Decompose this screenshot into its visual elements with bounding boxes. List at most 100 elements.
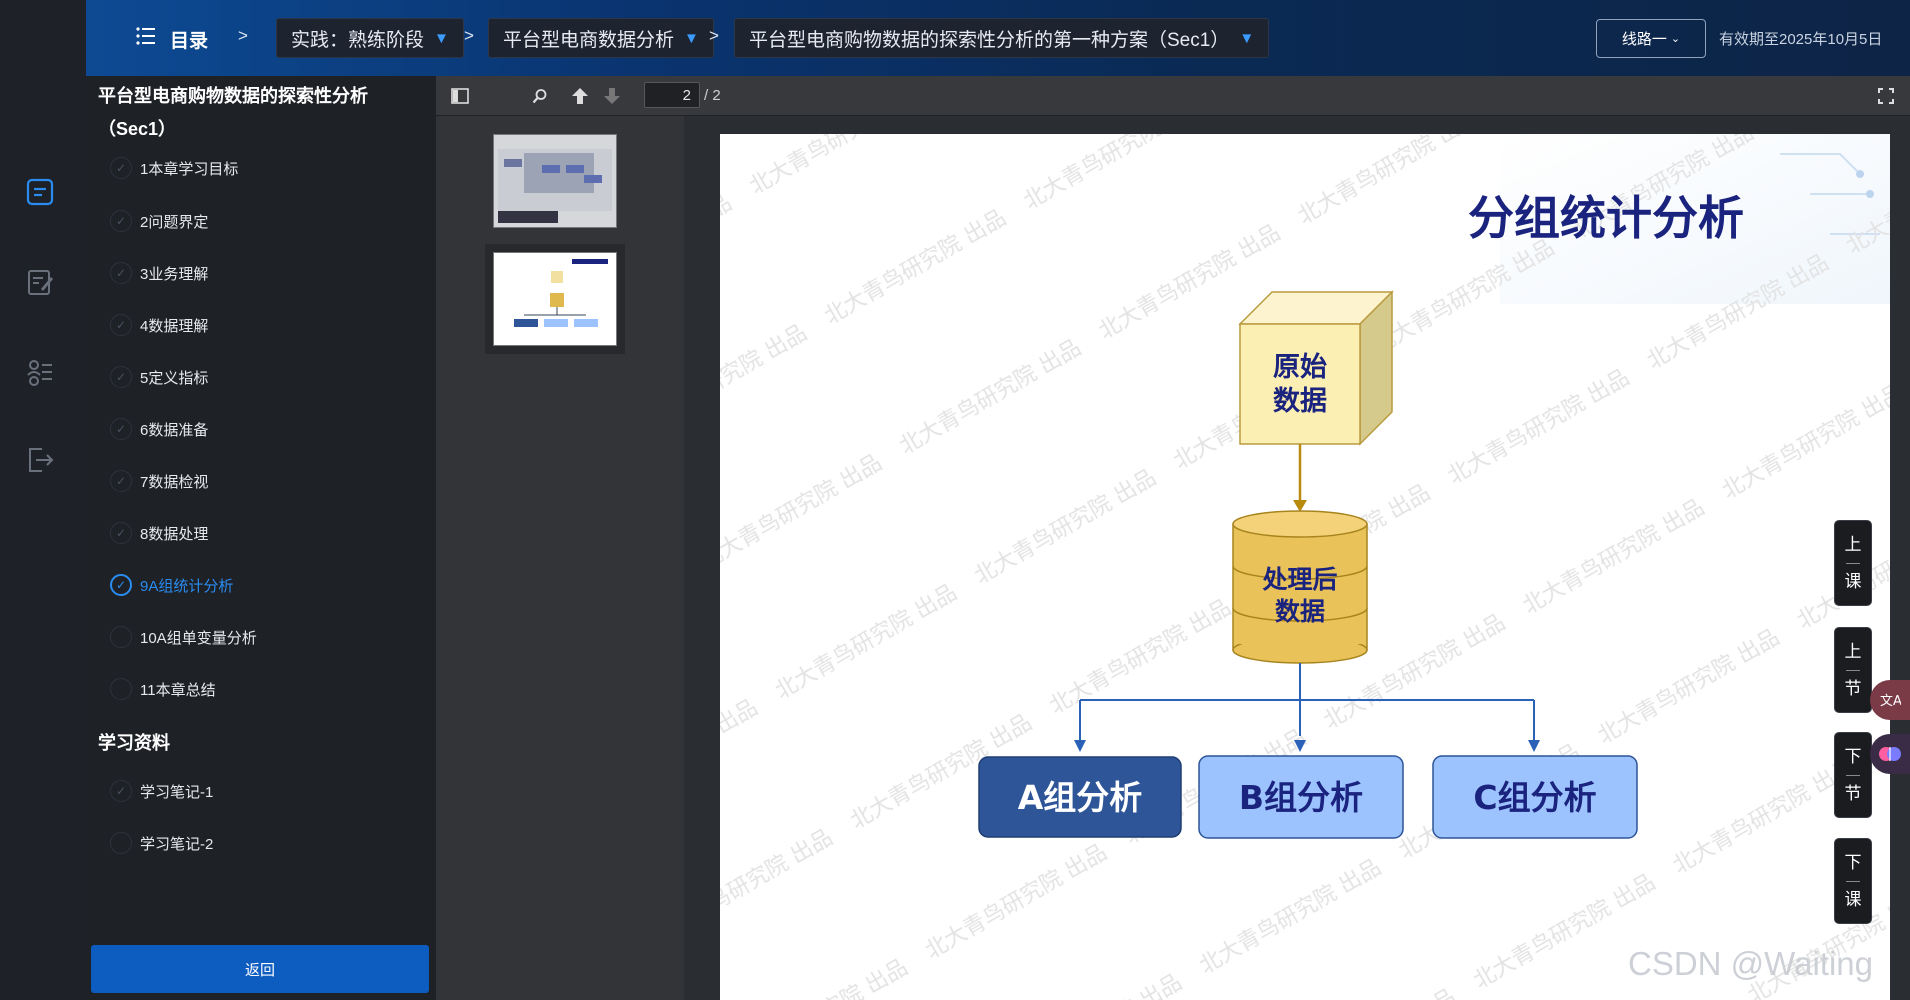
chapter-item[interactable]: ✓ 6数据准备 [110, 414, 208, 444]
raw-data-label-line1: 原始 [1273, 351, 1327, 383]
empty-circle-icon [110, 626, 132, 648]
chapter-item[interactable]: ✓ 8数据处理 [110, 518, 208, 548]
chapter-item-active[interactable]: ✓ 9A组统计分析 [110, 570, 233, 600]
caret-down-icon: ▼ [1239, 29, 1255, 47]
prev-section-label-top: 上 [1844, 641, 1862, 661]
check-circle-icon: ✓ [110, 574, 132, 596]
chapter-item[interactable]: ✓ 2问题界定 [110, 206, 208, 236]
chapter-item[interactable]: ✓ 5定义指标 [110, 362, 208, 392]
check-circle-icon: ✓ [110, 314, 132, 336]
prev-lesson-button[interactable]: 上 课 [1834, 520, 1872, 606]
slide-diagram: 北大青鸟研究院 出品 分组统计分析 原始 数据 [720, 134, 1890, 1000]
breadcrumb-lesson-select[interactable]: 平台型电商购物数据的探索性分析的第一种方案（Sec1） ▼ [734, 18, 1270, 58]
thumbnail-sidebar [436, 116, 684, 1000]
chapter-item[interactable]: 11本章总结 [110, 674, 216, 704]
exit-icon[interactable] [22, 442, 58, 478]
chapter-item[interactable]: ✓ 3业务理解 [110, 258, 208, 288]
app-root: 目录 > 实践：熟练阶段 ▼ > 平台型电商数据分析 ▼ > 平台型电商购物数据… [0, 0, 1910, 1000]
slide-title: 分组统计分析 [1468, 191, 1744, 245]
chapter-item[interactable]: ✓ 1本章学习目标 [110, 153, 238, 183]
chapter-label: 8数据处理 [140, 525, 209, 543]
breadcrumb-stage-select[interactable]: 实践：熟练阶段 ▼ [276, 18, 464, 58]
sidebar-toggle-icon[interactable] [446, 82, 474, 110]
chapter-label: 2问题界定 [140, 213, 209, 231]
chapter-sidebar: 平台型电商购物数据的探索性分析（Sec1） ✓ 1本章学习目标 ✓ 2问题界定 ✓ 3… [86, 76, 436, 1000]
chapter-item[interactable]: ✓ 4数据理解 [110, 310, 208, 340]
materials-heading: 学习资料 [98, 733, 170, 753]
chapter-label: 9A组统计分析 [140, 577, 234, 595]
notes-edit-icon[interactable] [22, 264, 58, 300]
breadcrumb-course-select[interactable]: 平台型电商数据分析 ▼ [488, 18, 714, 58]
chapter-item[interactable]: ✓ 7数据检视 [110, 466, 208, 496]
chapter-label: 11本章总结 [140, 681, 216, 699]
raw-data-label-line2: 数据 [1273, 386, 1327, 417]
search-icon[interactable] [526, 82, 554, 110]
brain-ai-icon[interactable] [1870, 734, 1910, 774]
check-circle-icon: ✓ [110, 418, 132, 440]
next-lesson-button[interactable]: 下 课 [1834, 838, 1872, 924]
next-lesson-label-bottom: 课 [1844, 889, 1862, 909]
prev-section-button[interactable]: 上 节 [1834, 627, 1872, 713]
fullscreen-icon[interactable] [1872, 82, 1900, 110]
material-item[interactable]: 学习笔记-2 [110, 828, 213, 858]
page-total: / 2 [704, 87, 721, 104]
processed-data-label-line1: 处理后 [1261, 565, 1337, 594]
pdf-toolbar: / 2 [436, 76, 1910, 116]
breadcrumb-separator: > [464, 26, 474, 45]
breadcrumb-course-label: 平台型电商数据分析 [503, 29, 675, 51]
chapter-label: 10A组单变量分析 [140, 629, 257, 647]
page-thumbnail-2[interactable] [485, 244, 625, 354]
next-section-label-top: 下 [1844, 746, 1862, 766]
check-circle-icon: ✓ [110, 780, 132, 802]
breadcrumb-separator: > [709, 26, 719, 45]
chevron-down-icon: ⌄ [1670, 33, 1681, 45]
check-circle-icon: ✓ [110, 366, 132, 388]
caret-down-icon: ▼ [434, 29, 449, 47]
material-item[interactable]: ✓ 学习笔记-1 [110, 776, 213, 806]
chapter-label: 5定义指标 [140, 369, 209, 387]
people-list-icon[interactable] [22, 354, 58, 390]
translate-icon[interactable]: 文A [1870, 680, 1910, 720]
previous-page-icon[interactable] [566, 82, 594, 110]
breadcrumb-separator: > [238, 26, 248, 45]
empty-circle-icon [110, 832, 132, 854]
prev-lesson-label-bottom: 课 [1844, 571, 1862, 591]
svg-text:文A: 文A [1880, 694, 1901, 709]
empty-circle-icon [110, 678, 132, 700]
course-title: 平台型电商购物数据的探索性分析（Sec1） [98, 86, 368, 139]
group-b-label: B组分析 [1239, 778, 1363, 817]
course-doc-icon[interactable] [22, 174, 58, 210]
next-section-button[interactable]: 下 节 [1834, 732, 1872, 818]
slide-area: 北大青鸟研究院 出品 分组统计分析 原始 数据 [684, 116, 1910, 1000]
check-circle-icon: ✓ [110, 522, 132, 544]
toc-label: 目录 [170, 30, 209, 52]
next-page-icon[interactable] [598, 82, 626, 110]
check-circle-icon: ✓ [110, 210, 132, 232]
chapter-label: 7数据检视 [140, 473, 209, 491]
footer-watermark: CSDN @Waiting [1628, 945, 1873, 982]
raw-data-cube [1239, 323, 1361, 445]
list-menu-icon [136, 27, 156, 51]
next-lesson-label-top: 下 [1844, 852, 1862, 872]
route-select-button[interactable]: 线路一 ⌄ [1596, 19, 1706, 58]
page-number-input[interactable] [644, 82, 700, 108]
chapter-label: 3业务理解 [140, 265, 209, 283]
check-circle-icon: ✓ [110, 157, 132, 179]
toc-toggle-button[interactable]: 目录 [136, 24, 208, 54]
breadcrumb-stage-label: 实践：熟练阶段 [291, 29, 425, 51]
back-button[interactable]: 返回 [91, 945, 429, 993]
chapter-item[interactable]: 10A组单变量分析 [110, 622, 257, 652]
processed-data-label-line2: 数据 [1275, 597, 1325, 626]
material-label: 学习笔记-2 [140, 835, 214, 853]
chapter-label: 1本章学习目标 [140, 160, 239, 178]
expiry-text: 有效期至2025年10月5日 [1719, 31, 1883, 48]
pdf-viewer: / 2 北大青鸟研究院 出品 [436, 76, 1910, 1000]
prev-section-label-bottom: 节 [1844, 678, 1862, 698]
route-label: 线路一 [1621, 31, 1667, 48]
next-section-label-bottom: 节 [1844, 783, 1862, 803]
check-circle-icon: ✓ [110, 262, 132, 284]
breadcrumb-lesson-label: 平台型电商购物数据的探索性分析的第一种方案（Sec1） [749, 29, 1230, 51]
group-a-label: A组分析 [1018, 778, 1143, 817]
top-bar: 目录 > 实践：熟练阶段 ▼ > 平台型电商数据分析 ▼ > 平台型电商购物数据… [86, 0, 1910, 76]
page-thumbnail-1[interactable] [493, 134, 617, 228]
